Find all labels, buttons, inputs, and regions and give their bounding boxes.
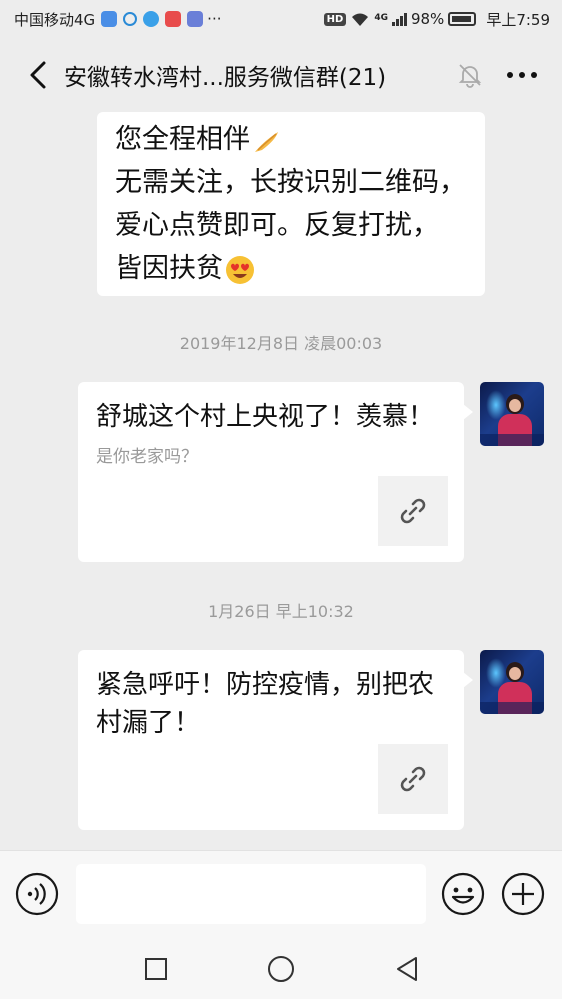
battery-icon	[448, 12, 477, 26]
more-notifications-label: ···	[207, 10, 222, 28]
sender-avatar[interactable]	[480, 650, 544, 714]
chat-header: 安徽转水湾村...服务微信群(21)	[0, 38, 562, 112]
text-message-bubble[interactable]: 您全程相伴 无需关注，长按识别二维码， 爱心点赞即可。反复打扰， 皆因扶贫	[97, 112, 485, 296]
input-bar	[0, 850, 562, 936]
link-message-card[interactable]: 紧急呼吁！防控疫情，别把农村漏了！	[78, 650, 473, 830]
message-input[interactable]	[76, 864, 426, 924]
system-nav-bar	[0, 936, 562, 999]
sender-avatar[interactable]	[480, 382, 544, 446]
ok-hand-emoji-icon	[255, 131, 278, 152]
clock: 早上7:59	[486, 10, 550, 29]
wifi-icon	[352, 13, 369, 26]
signal-icon	[391, 12, 407, 26]
back-icon[interactable]	[20, 57, 56, 93]
link-title: 紧急呼吁！防控疫情，别把农村漏了！	[96, 670, 435, 738]
message-line: 爱心点赞即可。反复打扰，	[115, 210, 439, 241]
link-icon	[400, 766, 426, 792]
status-right: HD 4G 98% 早上7:59	[323, 9, 550, 30]
heart-eyes-emoji-icon	[226, 255, 254, 284]
status-bar: 中国移动4G ··· HD 4G 98% 早上7:59	[0, 0, 562, 38]
message-list[interactable]: 您全程相伴 无需关注，长按识别二维码， 爱心点赞即可。反复打扰， 皆因扶贫 20…	[0, 112, 562, 850]
message-line: 无需关注，长按识别二维码，	[115, 167, 466, 198]
app-notification-icon	[101, 11, 118, 27]
link-title: 舒城这个村上央视了！羡慕！	[96, 402, 435, 432]
link-message-card[interactable]: 舒城这个村上央视了！羡慕！ 是你老家吗？	[78, 382, 473, 562]
link-thumbnail	[378, 744, 448, 814]
voice-icon[interactable]	[14, 871, 60, 917]
hd-badge: HD	[323, 12, 347, 26]
chat-title: 安徽转水湾村...服务微信群(21)	[64, 65, 387, 91]
message-line: 您全程相伴	[115, 118, 469, 161]
status-left: 中国移动4G ···	[14, 9, 221, 30]
plus-icon[interactable]	[500, 871, 546, 917]
timestamp: 1月26日 早上10:32	[208, 602, 354, 621]
triangle-back-icon[interactable]	[392, 954, 422, 984]
timestamp: 2019年12月8日 凌晨00:03	[179, 334, 383, 353]
mute-bell-icon	[452, 57, 488, 93]
carrier-label: 中国移动4G	[14, 10, 96, 29]
square-recents-icon[interactable]	[141, 954, 171, 984]
circle-home-icon[interactable]	[266, 954, 296, 984]
battery-percent: 98%	[410, 10, 445, 28]
app-notification-icon	[143, 11, 160, 27]
more-options-icon[interactable]	[502, 57, 542, 93]
message-line: 皆因扶贫	[115, 247, 469, 290]
app-notification-icon	[123, 12, 138, 26]
app-notification-icon	[165, 11, 182, 27]
emoji-icon[interactable]	[440, 871, 486, 917]
link-thumbnail	[378, 476, 448, 546]
link-icon	[400, 498, 426, 524]
app-notification-icon	[187, 11, 204, 27]
link-description: 是你老家吗？	[96, 447, 198, 467]
network-type-label: 4G	[374, 12, 388, 23]
